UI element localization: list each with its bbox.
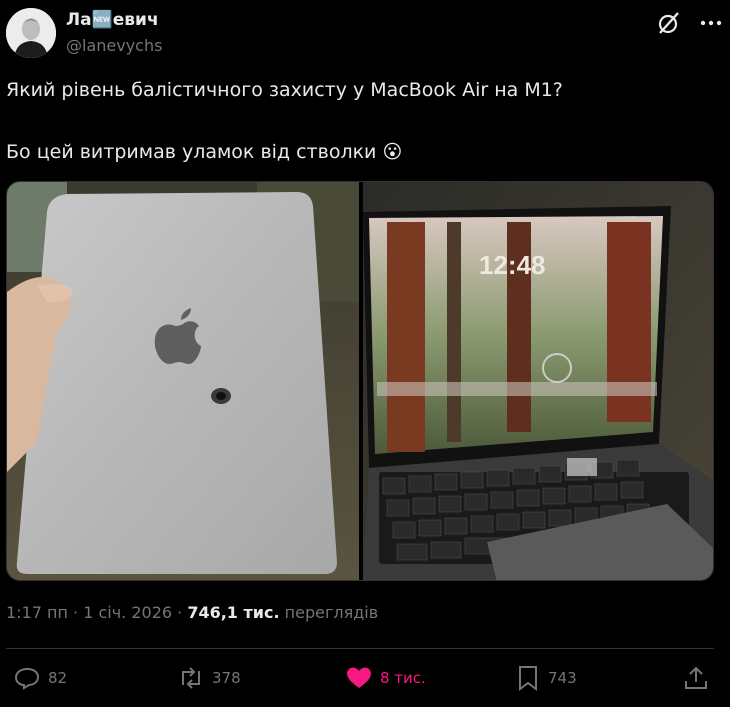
- photo-laptop-lid: [7, 182, 359, 580]
- repost-button[interactable]: 378: [178, 664, 241, 692]
- author-name[interactable]: Ла🆕евич: [66, 10, 159, 30]
- tweet-media[interactable]: 12:48: [6, 181, 714, 581]
- meta-separator: ·: [172, 603, 188, 622]
- repost-count: 378: [212, 669, 241, 687]
- author-avatar[interactable]: [6, 8, 56, 58]
- reply-count: 82: [48, 669, 68, 687]
- repost-icon: [182, 667, 200, 689]
- tweet-meta: 1:17 пп · 1 січ. 2026 · 746,1 тис. перег…: [6, 603, 378, 622]
- photo-laptop-open: 12:48: [363, 182, 713, 580]
- tweet-date[interactable]: 1 січ. 2026: [83, 603, 172, 622]
- like-count: 8 тис.: [380, 669, 426, 687]
- heart-icon: [347, 667, 371, 688]
- reply-button[interactable]: 82: [14, 664, 67, 692]
- reply-icon: [14, 667, 40, 690]
- lockscreen-time: 12:48: [479, 250, 546, 280]
- tweet-text-line-1: Який рівень балістичного захисту у MacBo…: [6, 79, 563, 101]
- bookmark-button[interactable]: 743: [516, 664, 577, 692]
- meta-separator: ·: [67, 603, 84, 622]
- views-count: 746,1 тис.: [187, 603, 280, 622]
- views-label: переглядів: [279, 603, 379, 622]
- like-button[interactable]: 8 тис.: [346, 664, 426, 692]
- tweet-time[interactable]: 1:17 пп: [6, 603, 68, 622]
- author-handle[interactable]: @lanevychs: [66, 36, 162, 55]
- share-icon: [685, 666, 707, 689]
- more-options-icon[interactable]: [700, 12, 722, 34]
- tweet-text-line-2: Бо цей витримав уламок від стволки 😮: [6, 141, 403, 163]
- grok-icon[interactable]: [656, 10, 682, 36]
- bookmark-count: 743: [548, 669, 577, 687]
- divider: [6, 648, 714, 649]
- bookmark-icon: [519, 666, 537, 691]
- share-button[interactable]: [683, 664, 717, 692]
